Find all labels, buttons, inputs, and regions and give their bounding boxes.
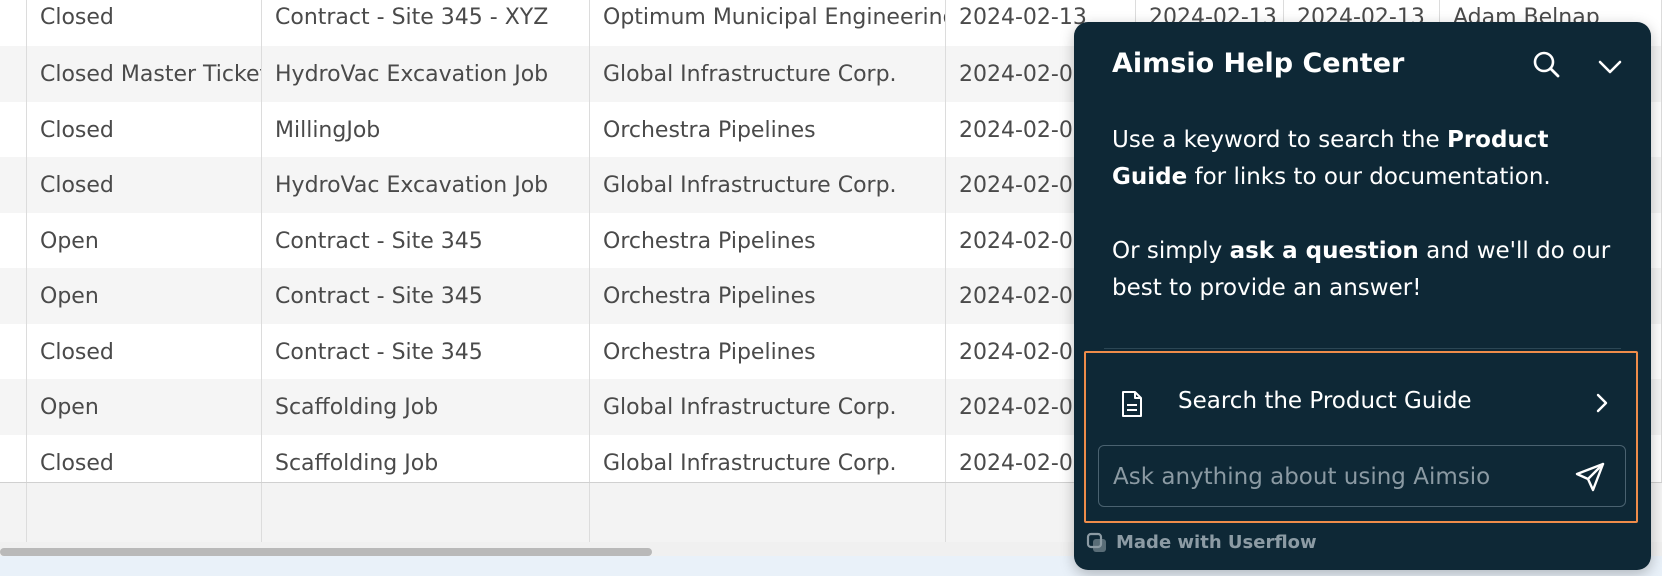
- status-cell: Closed Master Ticket: [27, 46, 262, 104]
- job-cell: Contract - Site 345: [262, 324, 590, 382]
- ask-question-field: [1098, 445, 1626, 507]
- customer-cell: Global Infrastructure Corp.: [590, 379, 946, 437]
- job-cell: Contract - Site 345: [262, 268, 590, 326]
- footer-cell: [0, 483, 27, 543]
- help-intro-text: Use a keyword to search the Product Guid…: [1112, 122, 1622, 344]
- row-select-cell: [0, 0, 27, 50]
- made-with-userflow-label: Made with Userflow: [1116, 532, 1317, 553]
- intro-paragraph-keyword: Use a keyword to search the Product Guid…: [1112, 127, 1551, 190]
- row-select-cell: [0, 324, 27, 382]
- job-cell: HydroVac Excavation Job: [262, 157, 590, 215]
- customer-cell: Orchestra Pipelines: [590, 324, 946, 382]
- help-center-title: Aimsio Help Center: [1112, 48, 1405, 79]
- horizontal-scrollbar-thumb[interactable]: [0, 548, 652, 556]
- footer-cell: [27, 483, 262, 543]
- job-cell: Contract - Site 345: [262, 213, 590, 271]
- made-with-userflow-badge[interactable]: Made with Userflow: [1086, 532, 1317, 554]
- help-search-button[interactable]: [1529, 48, 1565, 84]
- customer-cell: Orchestra Pipelines: [590, 102, 946, 160]
- footer-cell: [262, 483, 590, 543]
- intro-paragraph-question: Or simply ask a question and we'll do ou…: [1112, 238, 1611, 301]
- userflow-logo-icon: [1086, 532, 1106, 552]
- footer-cell: [590, 483, 946, 543]
- search-product-guide-link[interactable]: Search the Product Guide: [1106, 373, 1616, 433]
- help-divider: [1104, 348, 1621, 349]
- customer-cell: Optimum Municipal Engineering: [590, 0, 946, 50]
- status-cell: Closed: [27, 102, 262, 160]
- status-cell: Closed: [27, 324, 262, 382]
- row-select-cell: [0, 46, 27, 104]
- help-actions-highlight: Search the Product Guide: [1084, 351, 1638, 523]
- job-cell: MillingJob: [262, 102, 590, 160]
- row-select-cell: [0, 268, 27, 326]
- send-question-button[interactable]: [1573, 460, 1607, 494]
- customer-cell: Orchestra Pipelines: [590, 268, 946, 326]
- search-product-guide-label: Search the Product Guide: [1178, 388, 1472, 414]
- row-select-cell: [0, 157, 27, 215]
- send-icon: [1575, 462, 1605, 492]
- document-icon: [1122, 391, 1142, 417]
- job-cell: Scaffolding Job: [262, 379, 590, 437]
- ask-question-input[interactable]: [1111, 456, 1555, 498]
- status-cell: Open: [27, 213, 262, 271]
- customer-cell: Global Infrastructure Corp.: [590, 46, 946, 104]
- job-cell: Contract - Site 345 - XYZ: [262, 0, 590, 50]
- chevron-right-icon: [1596, 393, 1608, 413]
- chevron-down-icon: [1598, 60, 1622, 74]
- help-center-panel: Aimsio Help Center Use a keyword to sear…: [1074, 22, 1651, 570]
- help-collapse-button[interactable]: [1592, 48, 1628, 84]
- row-select-cell: [0, 102, 27, 160]
- search-icon: [1533, 51, 1560, 78]
- row-select-cell: [0, 213, 27, 271]
- status-cell: Closed: [27, 0, 262, 50]
- status-cell: Open: [27, 379, 262, 437]
- customer-cell: Global Infrastructure Corp.: [590, 157, 946, 215]
- customer-cell: Orchestra Pipelines: [590, 213, 946, 271]
- status-cell: Open: [27, 268, 262, 326]
- status-cell: Closed: [27, 157, 262, 215]
- row-select-cell: [0, 379, 27, 437]
- job-cell: HydroVac Excavation Job: [262, 46, 590, 104]
